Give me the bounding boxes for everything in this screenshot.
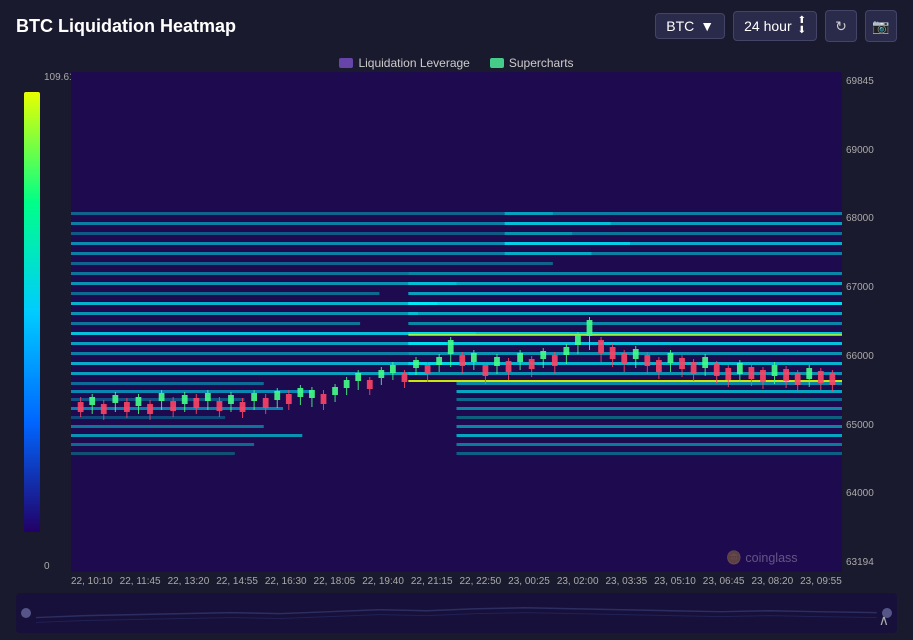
time-label: 24 hour: [744, 18, 791, 34]
svg-text:🪙 coinglass: 🪙 coinglass: [726, 550, 797, 565]
x-label-9: 23, 00:25: [508, 576, 550, 587]
asset-selector[interactable]: BTC ▼: [655, 13, 725, 39]
header-controls: BTC ▼ 24 hour ⬆⬇ ↻ 📷: [655, 10, 897, 42]
y-right-2: 69000: [846, 145, 897, 156]
x-label-6: 22, 19:40: [362, 576, 404, 587]
scrollbar-thumb-left[interactable]: [21, 608, 31, 618]
y-right-6: 65000: [846, 420, 897, 431]
x-label-2: 22, 13:20: [168, 576, 210, 587]
x-label-1: 22, 11:45: [120, 576, 161, 587]
legend-color-liquidation: [339, 58, 353, 68]
refresh-button[interactable]: ↻: [825, 10, 857, 42]
legend: Liquidation Leverage Supercharts: [0, 52, 913, 72]
legend-label-liquidation: Liquidation Leverage: [358, 56, 469, 70]
asset-label: BTC: [666, 18, 694, 34]
main-chart[interactable]: 🪙 coinglass: [71, 72, 842, 572]
scrollbar-area[interactable]: ∧: [16, 593, 897, 633]
page-title: BTC Liquidation Heatmap: [16, 16, 236, 37]
refresh-icon: ↻: [835, 18, 847, 35]
x-label-13: 23, 06:45: [703, 576, 745, 587]
x-label-14: 23, 08:20: [751, 576, 793, 587]
chart-area: 109.61M 0: [16, 72, 897, 572]
y-right-5: 66000: [846, 351, 897, 362]
x-label-12: 23, 05:10: [654, 576, 696, 587]
y-right-4: 67000: [846, 282, 897, 293]
x-label-4: 22, 16:30: [265, 576, 307, 587]
x-label-15: 23, 09:55: [800, 576, 842, 587]
y-axis-left: 109.61M 0: [16, 72, 71, 572]
updown-icon: ⬆⬇: [798, 16, 806, 36]
camera-button[interactable]: 📷: [865, 10, 897, 42]
camera-icon: 📷: [872, 18, 889, 35]
mini-chart-svg: [36, 598, 877, 627]
y-right-8: 63194: [846, 557, 897, 568]
legend-item-liquidation: Liquidation Leverage: [339, 56, 469, 70]
color-scale-bar: [24, 92, 40, 532]
x-label-0: 22, 10:10: [71, 576, 113, 587]
header: BTC Liquidation Heatmap BTC ▼ 24 hour ⬆⬇…: [0, 0, 913, 52]
x-label-11: 23, 03:35: [605, 576, 647, 587]
legend-color-supercharts: [490, 58, 504, 68]
x-label-10: 23, 02:00: [557, 576, 599, 587]
legend-item-supercharts: Supercharts: [490, 56, 574, 70]
time-selector[interactable]: 24 hour ⬆⬇: [733, 11, 817, 41]
chevron-down-icon: ▼: [700, 18, 714, 34]
legend-label-supercharts: Supercharts: [509, 56, 574, 70]
y-axis-right: 69845 69000 68000 67000 66000 65000 6400…: [842, 72, 897, 572]
y-right-1: 69845: [846, 76, 897, 87]
heatmap-svg: 🪙 coinglass: [71, 72, 842, 572]
y-right-3: 68000: [846, 213, 897, 224]
x-axis: 22, 10:10 22, 11:45 22, 13:20 22, 14:55 …: [16, 572, 897, 591]
chart-wrapper: 109.61M 0: [16, 72, 897, 572]
x-label-5: 22, 18:05: [314, 576, 356, 587]
x-label-7: 22, 21:15: [411, 576, 453, 587]
x-label-8: 22, 22:50: [460, 576, 502, 587]
y-right-7: 64000: [846, 488, 897, 499]
chevron-up-icon[interactable]: ∧: [879, 612, 889, 629]
x-label-3: 22, 14:55: [216, 576, 258, 587]
